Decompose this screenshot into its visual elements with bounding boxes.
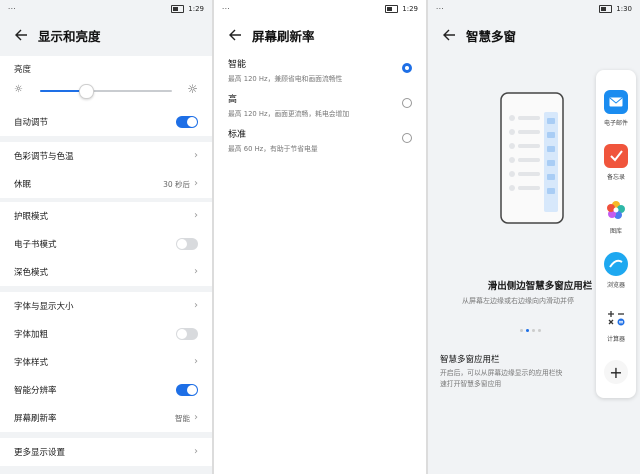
auto-brightness-toggle[interactable] — [176, 116, 198, 128]
section-desc-line1: 开启后，可以从屏幕边缘显示的应用栏快 — [440, 369, 563, 377]
memo-icon — [604, 144, 628, 168]
signal-icon: ··· — [436, 5, 445, 13]
phone-illustration — [500, 92, 564, 224]
back-arrow-icon[interactable] — [228, 28, 242, 42]
radio-high[interactable] — [402, 98, 412, 108]
dock-app-calculator[interactable]: 计算器 — [596, 306, 636, 343]
brightness-label: 亮度 — [14, 65, 32, 75]
color-temperature-row[interactable]: 色彩调节与色温 › — [0, 142, 212, 170]
chevron-right-icon: › — [194, 446, 198, 457]
refresh-option-smart[interactable]: 智能 最高 120 Hz，兼顾省电和画面流畅性 — [228, 57, 412, 83]
brightness-slider[interactable]: ☼ ☼ — [0, 80, 212, 102]
gallery-icon — [604, 198, 628, 222]
chevron-right-icon: › — [194, 356, 198, 367]
battery-icon — [385, 5, 399, 13]
refresh-option-standard[interactable]: 标准 最高 60 Hz，有助于节省电量 — [228, 127, 412, 153]
page-title: 屏幕刷新率 — [252, 28, 315, 44]
eye-comfort-row[interactable]: 护眼模式 › — [0, 202, 212, 230]
auto-brightness-row[interactable]: 自动调节 — [0, 108, 212, 136]
dark-mode-row[interactable]: 深色模式 › — [0, 258, 212, 286]
more-display-settings-row[interactable]: 更多显示设置 › — [0, 438, 212, 466]
chevron-right-icon: › — [194, 150, 198, 161]
font-size-row[interactable]: 字体与显示大小 › — [0, 292, 212, 320]
refresh-rate-screen: ··· 1:29 屏幕刷新率 智能 最高 120 Hz，兼顾省电和画面流畅性 高… — [214, 0, 426, 474]
chevron-right-icon: › — [194, 412, 198, 423]
font-style-row[interactable]: 字体样式 › — [0, 348, 212, 376]
chevron-right-icon: › — [194, 210, 198, 221]
smart-resolution-row[interactable]: 智能分辨率 — [0, 376, 212, 404]
dock-app-browser[interactable]: 浏览器 — [596, 252, 636, 289]
clock: 1:29 — [402, 5, 418, 13]
ebook-mode-toggle[interactable] — [176, 238, 198, 250]
chevron-right-icon: › — [194, 178, 198, 189]
signal-icon: ··· — [222, 5, 231, 13]
bold-font-toggle[interactable] — [176, 328, 198, 340]
calculator-icon — [604, 306, 628, 330]
browser-icon — [604, 252, 628, 276]
signal-icon: ··· — [8, 5, 17, 13]
smart-multiwindow-screen: ··· 1:30 智慧多窗 滑出侧边智慧多窗应用栏 从屏幕左边缘或右边缘向内滑动… — [428, 0, 640, 474]
battery-icon — [171, 5, 185, 13]
status-bar: ··· 1:29 — [0, 0, 212, 20]
feature-subtitle: 从屏幕左边缘或右边缘向内滑动并停 — [462, 297, 574, 305]
dock-app-memo[interactable]: 备忘录 — [596, 144, 636, 181]
chevron-right-icon: › — [194, 266, 198, 277]
status-bar: ··· 1:29 — [214, 0, 426, 20]
radio-standard[interactable] — [402, 133, 412, 143]
page-title: 智慧多窗 — [466, 28, 517, 44]
sun-large-icon: ☼ — [187, 82, 198, 96]
battery-icon — [599, 5, 613, 13]
sleep-row[interactable]: 休眠 30 秒后 › — [0, 170, 212, 198]
section-desc-line2: 速打开智慧多窗应用 — [440, 380, 502, 388]
section-title: 智慧多窗应用栏 — [440, 355, 500, 365]
status-bar: ··· 1:30 — [428, 0, 640, 20]
bold-font-row[interactable]: 字体加粗 — [0, 320, 212, 348]
multiwindow-dock: 电子邮件 备忘录 图库 浏览器 计算器 + — [596, 70, 636, 398]
dock-app-email[interactable]: 电子邮件 — [596, 90, 636, 127]
brightness-slider-knob[interactable] — [79, 84, 95, 99]
mail-icon — [604, 90, 628, 114]
add-app-button[interactable]: + — [604, 360, 628, 384]
back-arrow-icon[interactable] — [442, 28, 456, 42]
page-indicator — [520, 329, 541, 332]
clock: 1:30 — [616, 5, 632, 13]
page-title: 显示和亮度 — [38, 28, 101, 44]
back-arrow-icon[interactable] — [14, 28, 28, 42]
refresh-option-high[interactable]: 高 最高 120 Hz，画面更流畅，耗电会增加 — [228, 92, 412, 118]
display-brightness-screen: ··· 1:29 显示和亮度 亮度 ☼ ☼ 自动调节 色彩调节与色温 › 休眠 30… — [0, 0, 212, 474]
clock: 1:29 — [188, 5, 204, 13]
radio-smart[interactable] — [402, 63, 412, 73]
chevron-right-icon: › — [194, 300, 198, 311]
sun-small-icon: ☼ — [14, 84, 23, 95]
smart-resolution-toggle[interactable] — [176, 384, 198, 396]
refresh-rate-row[interactable]: 屏幕刷新率 智能 › — [0, 404, 212, 432]
ebook-mode-row[interactable]: 电子书模式 — [0, 230, 212, 258]
dock-app-gallery[interactable]: 图库 — [596, 198, 636, 235]
